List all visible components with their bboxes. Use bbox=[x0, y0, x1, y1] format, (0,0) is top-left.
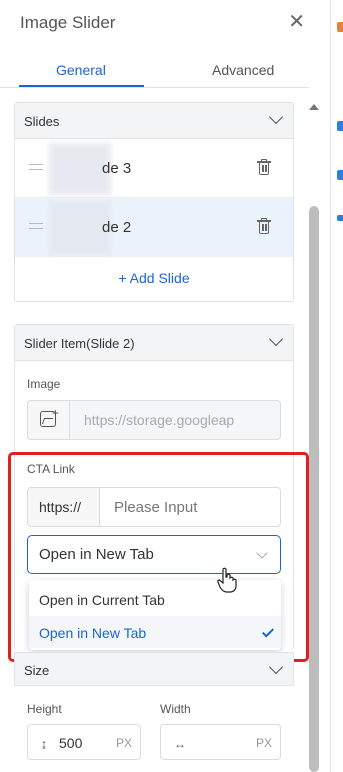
height-value: 500 bbox=[59, 735, 83, 751]
width-icon: ↔ bbox=[174, 737, 186, 751]
size-header[interactable]: Size bbox=[14, 652, 294, 686]
pointer-cursor-icon bbox=[217, 567, 237, 593]
trash-icon[interactable] bbox=[257, 159, 271, 175]
slides-card: Slides de 3 de 2 + Add Slide bbox=[14, 102, 294, 302]
size-title: Size bbox=[24, 663, 50, 678]
tool-icon[interactable] bbox=[337, 170, 343, 180]
height-icon: ↨ bbox=[41, 737, 47, 751]
panel-title: Image Slider bbox=[20, 13, 116, 32]
height-input[interactable]: ↨ 500 PX bbox=[27, 724, 141, 760]
slider-item-title: Slider Item(Slide 2) bbox=[24, 336, 135, 351]
chevron-down-icon bbox=[268, 331, 284, 347]
highlight-box bbox=[8, 452, 309, 662]
tab-advanced[interactable]: Advanced bbox=[212, 62, 274, 78]
scroll-thumb[interactable] bbox=[309, 206, 319, 772]
width-input[interactable]: ↔ PX bbox=[160, 724, 281, 760]
panel-scrollbar[interactable] bbox=[308, 100, 320, 772]
add-slide-button[interactable]: + Add Slide bbox=[15, 270, 293, 286]
width-label: Width bbox=[160, 702, 191, 716]
image-label: Image bbox=[27, 377, 61, 391]
canvas-edge bbox=[330, 0, 343, 772]
add-slide-row: + Add Slide bbox=[15, 257, 293, 301]
tool-icon[interactable] bbox=[337, 22, 343, 32]
panel-header: Image Slider ✕ bbox=[0, 0, 309, 46]
close-icon[interactable]: ✕ bbox=[288, 9, 305, 34]
slides-title: Slides bbox=[24, 114, 60, 129]
scroll-up-arrow-icon[interactable] bbox=[309, 104, 319, 110]
image-slider-panel: Image Slider ✕ General Advanced Slides d… bbox=[0, 0, 309, 772]
add-image-button[interactable]: + bbox=[28, 401, 70, 439]
chevron-down-icon bbox=[268, 109, 284, 125]
tab-general[interactable]: General bbox=[56, 62, 106, 78]
drag-handle-icon[interactable] bbox=[29, 164, 43, 170]
slider-item-header[interactable]: Slider Item(Slide 2) bbox=[15, 325, 293, 361]
slide-row[interactable]: de 2 bbox=[15, 198, 293, 257]
slide-row[interactable]: de 3 bbox=[15, 139, 293, 198]
tool-icon[interactable] bbox=[337, 215, 343, 221]
width-unit: PX bbox=[255, 736, 272, 750]
drag-handle-icon[interactable] bbox=[29, 223, 43, 229]
height-label: Height bbox=[27, 702, 62, 716]
trash-icon[interactable] bbox=[257, 218, 271, 234]
image-url-field[interactable]: + https://storage.googleap bbox=[27, 400, 281, 440]
active-tab-indicator bbox=[19, 85, 144, 87]
slides-header[interactable]: Slides bbox=[15, 103, 293, 139]
plus-icon: + bbox=[52, 406, 60, 420]
height-unit: PX bbox=[115, 736, 132, 750]
chevron-down-icon bbox=[268, 659, 284, 675]
slide-label: de 3 bbox=[102, 160, 132, 177]
slide-label: de 2 bbox=[102, 219, 132, 236]
tool-icon[interactable] bbox=[337, 121, 343, 131]
image-url-value: https://storage.googleap bbox=[84, 412, 235, 428]
tab-bar: General Advanced bbox=[0, 52, 309, 88]
